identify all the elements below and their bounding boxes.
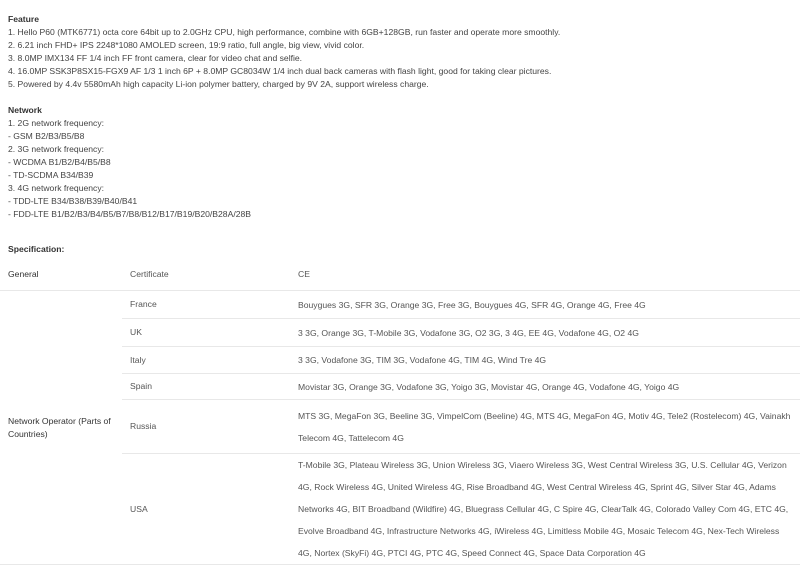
network-line: - GSM B2/B3/B5/B8 [8, 131, 85, 141]
network-line: 3. 4G network frequency: [8, 183, 105, 193]
table-row: General Certificate CE [0, 258, 800, 291]
feature-line: 3. 8.0MP IMX134 FF 1/4 inch FF front cam… [8, 53, 303, 63]
operators-cell: 3 3G, Vodafone 3G, TIM 3G, Vodafone 4G, … [298, 355, 547, 365]
country-cell: UK [130, 327, 142, 337]
country-cell: Italy [130, 354, 146, 365]
product-description: Feature 1. Hello P60 (MTK6771) octa core… [0, 0, 800, 568]
network-operator-label: Network Operator (Parts of Countries) [8, 415, 111, 439]
table-row: Network Operator (Parts of Countries) Fr… [0, 291, 800, 439]
network-line: - TD-SCDMA B34/B39 [8, 170, 94, 180]
certificate-key: Certificate [130, 268, 169, 279]
network-line: 2. 3G network frequency: [8, 144, 105, 154]
country-cell: France [130, 299, 157, 309]
operators-cell: T-Mobile 3G, Plateau Wireless 3G, Union … [298, 460, 789, 558]
operators-cell: MTS 3G, MegaFon 3G, Beeline 3G, VimpelCo… [298, 410, 791, 443]
specification-table: General Certificate CE Network Operator … [0, 258, 800, 565]
network-heading: Network [8, 105, 42, 115]
operators-cell: 3 3G, Orange 3G, T-Mobile 3G, Vodafone 3… [298, 327, 639, 338]
network-list: 1. 2G network frequency: - GSM B2/B3/B5/… [8, 117, 788, 221]
feature-line: 2. 6.21 inch FHD+ IPS 2248*1080 AMOLED s… [8, 40, 365, 50]
feature-list: 1. Hello P60 (MTK6771) octa core 64bit u… [8, 26, 788, 91]
country-cell: Russia [130, 421, 157, 431]
operators-cell: Movistar 3G, Orange 3G, Vodafone 3G, Yoi… [298, 381, 680, 392]
country-cell: Spain [130, 381, 152, 391]
country-cell: USA [130, 503, 148, 514]
feature-line: 1. Hello P60 (MTK6771) octa core 64bit u… [8, 27, 561, 37]
general-label: General [8, 268, 39, 279]
network-line: - WCDMA B1/B2/B4/B5/B8 [8, 157, 111, 167]
network-line: - FDD-LTE B1/B2/B3/B4/B5/B7/B8/B12/B17/B… [8, 209, 251, 219]
operators-cell: Bouygues 3G, SFR 3G, Orange 3G, Free 3G,… [298, 299, 646, 310]
feature-line: 5. Powered by 4.4v 5580mAh high capacity… [8, 79, 429, 89]
feature-line: 4. 16.0MP SSK3P8SX15-FGX9 AF 1/3 1 inch … [8, 66, 552, 76]
specification-heading: Specification: [8, 244, 65, 254]
feature-heading: Feature [8, 14, 40, 24]
certificate-value: CE [298, 269, 310, 279]
network-line: 1. 2G network frequency: [8, 118, 105, 128]
network-line: - TDD-LTE B34/B38/B39/B40/B41 [8, 196, 138, 206]
